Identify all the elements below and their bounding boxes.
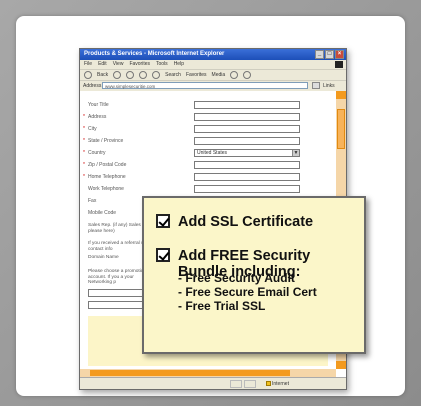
bundle-item: - Free Security Audit <box>178 271 295 285</box>
required-marker: * <box>83 126 85 132</box>
form-row: * Zip / Postal Code <box>80 159 336 171</box>
field-label: City <box>88 126 97 132</box>
maximize-button[interactable]: □ <box>325 50 334 59</box>
title-input[interactable] <box>194 101 300 109</box>
form-row: * City <box>80 123 336 135</box>
print-icon[interactable] <box>243 71 252 79</box>
work-phone-input[interactable] <box>194 185 300 193</box>
back-button[interactable]: Back <box>97 70 108 81</box>
field-label: Home Telephone <box>88 174 126 180</box>
scroll-thumb[interactable] <box>337 109 345 149</box>
status-bar: Internet <box>80 377 346 389</box>
city-input[interactable] <box>194 125 300 133</box>
status-segment <box>244 380 256 388</box>
required-marker: * <box>83 114 85 120</box>
form-row: * Address <box>80 111 336 123</box>
form-row: Work Telephone <box>80 183 336 195</box>
zip-input[interactable] <box>194 161 300 169</box>
window-title: Products & Services - Microsoft Internet… <box>84 51 225 57</box>
close-button[interactable]: × <box>335 50 344 59</box>
status-zone: Internet <box>272 381 289 387</box>
menu-favorites[interactable]: Favorites <box>129 60 150 69</box>
field-label: Work Telephone <box>88 186 124 192</box>
title-bar: Products & Services - Microsoft Internet… <box>80 49 346 60</box>
field-label: Address <box>88 114 107 120</box>
lock-icon <box>266 381 271 386</box>
required-marker: * <box>83 138 85 144</box>
home-icon[interactable] <box>152 71 161 79</box>
required-marker: * <box>83 174 85 180</box>
country-value: United States <box>197 150 228 156</box>
field-label: Fax <box>88 198 97 204</box>
refresh-icon[interactable] <box>139 71 148 79</box>
ssl-checkbox[interactable] <box>156 214 170 228</box>
menu-help[interactable]: Help <box>174 60 184 69</box>
favorites-button[interactable]: Favorites <box>186 70 207 81</box>
form-row: Your Title <box>80 99 336 111</box>
required-marker: * <box>83 162 85 168</box>
minimize-button[interactable]: _ <box>315 50 324 59</box>
stop-icon[interactable] <box>126 71 135 79</box>
address-field[interactable] <box>194 113 300 121</box>
chevron-down-icon[interactable]: ▼ <box>292 150 299 156</box>
address-dropdown-button[interactable] <box>312 82 320 89</box>
field-label: Your Title <box>88 102 109 108</box>
menu-tools[interactable]: Tools <box>156 60 168 69</box>
back-icon[interactable] <box>84 71 92 79</box>
mail-icon[interactable] <box>230 71 239 79</box>
bundle-item: - Free Trial SSL <box>178 299 266 313</box>
required-marker: * <box>83 150 85 156</box>
field-label: Zip / Postal Code <box>88 162 127 168</box>
horizontal-scrollbar[interactable] <box>80 369 336 377</box>
menu-view[interactable]: View <box>113 60 124 69</box>
ssl-option[interactable]: Add SSL Certificate <box>156 214 313 230</box>
state-input[interactable] <box>194 137 300 145</box>
address-input[interactable]: www.simplesecuritie.com <box>102 82 308 89</box>
home-phone-input[interactable] <box>194 173 300 181</box>
menu-edit[interactable]: Edit <box>98 60 107 69</box>
search-button[interactable]: Search <box>165 70 181 81</box>
bundle-checkbox[interactable] <box>156 248 170 262</box>
scroll-down-button[interactable] <box>336 361 346 369</box>
bundle-item: - Free Secure Email Cert <box>178 285 317 299</box>
status-segment <box>230 380 242 388</box>
form-row: * Country United States ▼ <box>80 147 336 159</box>
promo-input[interactable] <box>88 289 150 297</box>
ssl-label: Add SSL Certificate <box>178 214 314 230</box>
form-row: * Home Telephone <box>80 171 336 183</box>
windows-logo-icon <box>335 61 343 68</box>
horizontal-scroll-thumb[interactable] <box>90 370 290 376</box>
menu-bar: File Edit View Favorites Tools Help <box>80 60 346 69</box>
field-label: State / Province <box>88 138 124 144</box>
bundle-items: - Free Security Audit - Free Secure Emai… <box>178 271 317 313</box>
bundle-label-line: Add FREE Security <box>178 248 311 264</box>
window-controls: _ □ × <box>315 50 344 59</box>
field-label: Mobile Code <box>88 210 117 216</box>
form-row: * State / Province <box>80 135 336 147</box>
toolbar: Back Search Favorites Media <box>80 69 346 80</box>
forward-icon[interactable] <box>113 71 122 79</box>
promo-select[interactable] <box>88 301 150 309</box>
menu-file[interactable]: File <box>84 60 92 69</box>
address-label: Address <box>83 83 102 89</box>
field-label: Country <box>88 150 106 156</box>
ssl-callout: Add SSL Certificate Add FREE Security Bu… <box>142 196 366 354</box>
links-label[interactable]: Links <box>323 81 335 91</box>
scroll-up-button[interactable] <box>336 91 346 99</box>
media-button[interactable]: Media <box>212 70 226 81</box>
country-select[interactable]: United States ▼ <box>194 149 300 157</box>
